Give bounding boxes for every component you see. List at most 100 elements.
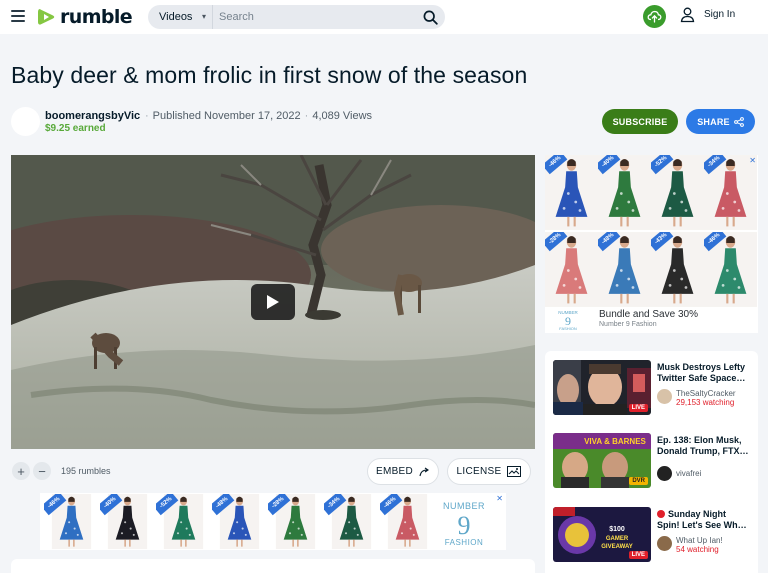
user-icon	[680, 7, 695, 23]
license-label: LICENSE	[456, 466, 502, 477]
title-line: Ep. 138: Elon Musk,	[657, 435, 742, 445]
right-ad-banner[interactable]: -46% -40% -52% -34% -28% -48% -43% -46% ✕ NUMBE…	[545, 155, 758, 333]
content-card-top	[11, 559, 535, 573]
video-thumbnail[interactable]: $100 GAMER GIVEAWAY LIVE	[553, 507, 651, 562]
channel-row: What Up Ian! 54 watching	[657, 536, 723, 554]
recommended-video-title[interactable]: Sunday Night Spin! Let's See Wh…	[657, 509, 753, 531]
separator-dot: ·	[145, 110, 149, 122]
video-player[interactable]	[11, 155, 535, 449]
ad-product-tile[interactable]: -40%	[598, 155, 651, 230]
ad-product-tile[interactable]: -28%	[545, 232, 598, 307]
search-category-select[interactable]: Videos ▾	[148, 5, 213, 29]
title-line: Donald Trump, FTX…	[657, 446, 749, 456]
ad-product-tile[interactable]: -52%	[156, 494, 211, 549]
menu-icon[interactable]	[11, 10, 25, 22]
recommended-videos: LIVE Musk Destroys Lefty Twitter Safe Sp…	[545, 351, 758, 573]
rumble-play-logo-icon	[38, 9, 55, 25]
ad-product-tile[interactable]: -48%	[598, 232, 651, 307]
recommended-video-item[interactable]: $100 GAMER GIVEAWAY LIVE Sunday Night Sp…	[553, 507, 758, 565]
search-bar: Videos ▾	[148, 5, 445, 29]
bottom-ad-banner[interactable]: -46% -40% -52% -48% -28% -34% -46% NUMBER 9 FA…	[40, 493, 506, 550]
ad-product-tile[interactable]: -52%	[651, 155, 704, 230]
embed-button[interactable]: EMBED	[367, 458, 439, 485]
ad-product-tile[interactable]: -43%	[651, 232, 704, 307]
channel-avatar[interactable]	[657, 389, 672, 404]
ad-close-icon[interactable]: ✕	[749, 156, 756, 165]
channel-name[interactable]: TheSaltyCracker	[676, 389, 736, 398]
ad-product-tile[interactable]: -46%	[380, 494, 435, 549]
thumb-caption: VIVA & BARNES	[584, 437, 646, 446]
video-meta: · Published November 17, 2022 · 4,089 Views	[141, 110, 372, 122]
share-button[interactable]: SHARE	[686, 109, 755, 134]
top-header: rumble Videos ▾ Sign In	[0, 0, 768, 34]
svg-text:GIVEAWAY: GIVEAWAY	[601, 544, 632, 550]
upload-cloud-icon	[647, 10, 662, 23]
upload-button[interactable]	[643, 5, 666, 28]
channel-avatar[interactable]	[11, 107, 40, 136]
channel-avatar[interactable]	[657, 466, 672, 481]
share-icon	[733, 116, 744, 127]
search-category-label: Videos	[159, 11, 193, 23]
channel-name[interactable]: What Up Ian!	[676, 536, 723, 545]
ad-product-tile[interactable]: -34%	[324, 494, 379, 549]
title-text: Sunday Night	[668, 509, 726, 519]
subscribe-button[interactable]: SUBSCRIBE	[602, 109, 678, 134]
rumble-up-button[interactable]: +	[12, 462, 30, 480]
channel-name[interactable]: vivafrei	[676, 466, 701, 481]
svg-text:NUMBER: NUMBER	[442, 501, 484, 511]
search-button[interactable]	[415, 5, 445, 29]
license-image-icon	[507, 466, 522, 477]
svg-text:FASHION: FASHION	[559, 326, 577, 331]
view-count: 4,089 Views	[312, 110, 373, 122]
search-input[interactable]	[213, 5, 415, 29]
watching-count: 29,153 watching	[676, 398, 735, 407]
recommended-video-title[interactable]: Musk Destroys Lefty Twitter Safe Space…	[657, 362, 753, 384]
logo-text: rumble	[60, 6, 133, 28]
ad-close-icon[interactable]: ✕	[496, 494, 503, 503]
recommended-video-item[interactable]: VIVA & BARNES DVR Ep. 138: Elon Musk, Do…	[553, 433, 758, 491]
svg-text:FASHION: FASHION	[444, 538, 483, 547]
svg-text:9: 9	[457, 511, 470, 540]
rumble-down-button[interactable]: −	[33, 462, 51, 480]
channel-name-link[interactable]: boomerangsbyVic	[45, 110, 140, 122]
channel-avatar[interactable]	[657, 536, 672, 551]
ad-brand-name: Number 9 Fashion	[599, 321, 657, 328]
live-badge: LIVE	[628, 551, 648, 559]
search-icon	[423, 10, 438, 25]
ad-product-tile[interactable]: -48%	[212, 494, 267, 549]
ad-product-tile[interactable]: -46%	[704, 232, 757, 307]
live-badge: LIVE	[628, 404, 648, 412]
separator-dot: ·	[304, 110, 309, 122]
video-title: Baby deer & mom frolic in first snow of …	[11, 62, 528, 88]
live-indicator-icon	[657, 510, 665, 518]
ad-product-tile[interactable]: -28%	[268, 494, 323, 549]
share-label: SHARE	[697, 116, 730, 127]
ad-headline: Bundle and Save 30%	[599, 309, 698, 320]
recommended-video-title[interactable]: Ep. 138: Elon Musk, Donald Trump, FTX…	[657, 435, 753, 457]
svg-text:$100: $100	[609, 526, 625, 533]
svg-text:GAMER: GAMER	[606, 536, 629, 542]
video-thumbnail[interactable]: LIVE	[553, 360, 651, 415]
play-icon	[267, 295, 279, 309]
ad-product-tile[interactable]: -46%	[545, 155, 598, 230]
ad-brand-logo: NUMBER 9 FASHION	[436, 494, 491, 549]
ad-product-tile[interactable]: -34%	[704, 155, 757, 230]
arrow-forward-icon	[419, 467, 430, 476]
title-line: Musk Destroys Lefty	[657, 362, 746, 372]
play-button[interactable]	[251, 284, 295, 320]
recommended-video-item[interactable]: LIVE Musk Destroys Lefty Twitter Safe Sp…	[553, 360, 758, 418]
video-thumbnail[interactable]: VIVA & BARNES DVR	[553, 433, 651, 488]
ad-product-tile[interactable]: -46%	[44, 494, 99, 549]
watching-count: 54 watching	[676, 545, 719, 554]
sign-in-link[interactable]: Sign In	[679, 6, 735, 23]
number9-fashion-logo: NUMBER 9 FASHION	[557, 307, 579, 331]
number9-fashion-logo: NUMBER 9 FASHION	[442, 501, 484, 547]
channel-earnings: $9.25 earned	[45, 123, 106, 134]
channel-row: vivafrei	[657, 466, 701, 481]
rumbles-count: 195 rumbles	[61, 466, 111, 476]
sign-in-label: Sign In	[704, 9, 736, 20]
embed-label: EMBED	[375, 466, 414, 477]
ad-product-tile[interactable]: -40%	[100, 494, 155, 549]
rumble-logo[interactable]: rumble	[37, 6, 133, 28]
license-button[interactable]: LICENSE	[447, 458, 531, 485]
